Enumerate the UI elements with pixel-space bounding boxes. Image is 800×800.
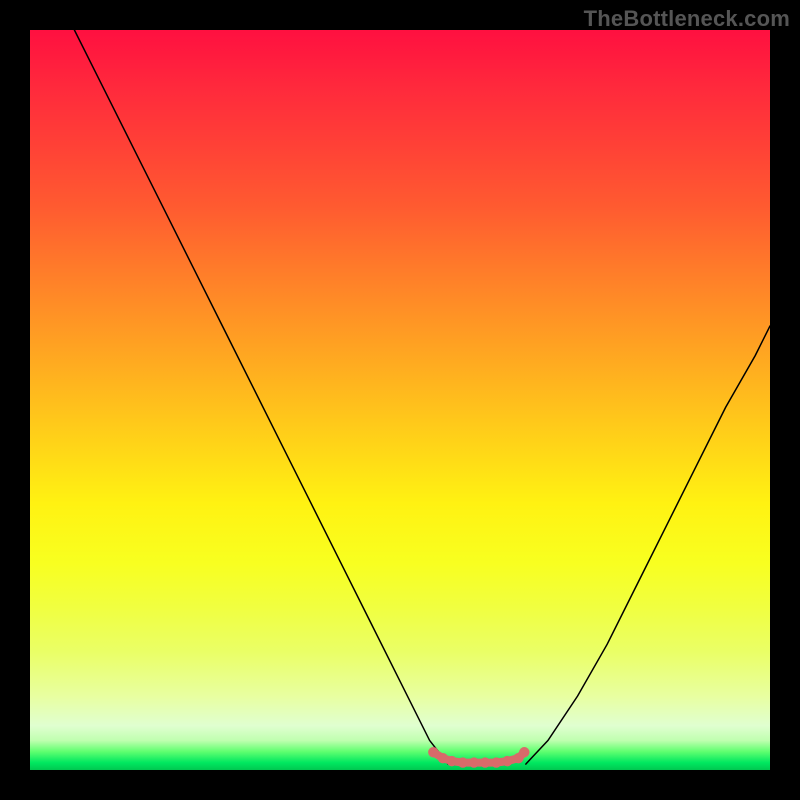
marker-dot xyxy=(438,753,448,763)
marker-dot xyxy=(502,756,512,766)
marker-dot xyxy=(447,756,457,766)
marker-dot xyxy=(519,747,529,757)
watermark-text: TheBottleneck.com xyxy=(584,6,790,32)
marker-dot xyxy=(458,757,468,767)
plot-area xyxy=(30,30,770,770)
marker-dot xyxy=(480,757,490,767)
chart-frame: TheBottleneck.com xyxy=(0,0,800,800)
curve-right xyxy=(526,326,770,764)
curve-left xyxy=(74,30,448,764)
chart-svg xyxy=(30,30,770,770)
marker-dot xyxy=(428,747,438,757)
marker-dot xyxy=(491,757,501,767)
marker-dot xyxy=(469,757,479,767)
